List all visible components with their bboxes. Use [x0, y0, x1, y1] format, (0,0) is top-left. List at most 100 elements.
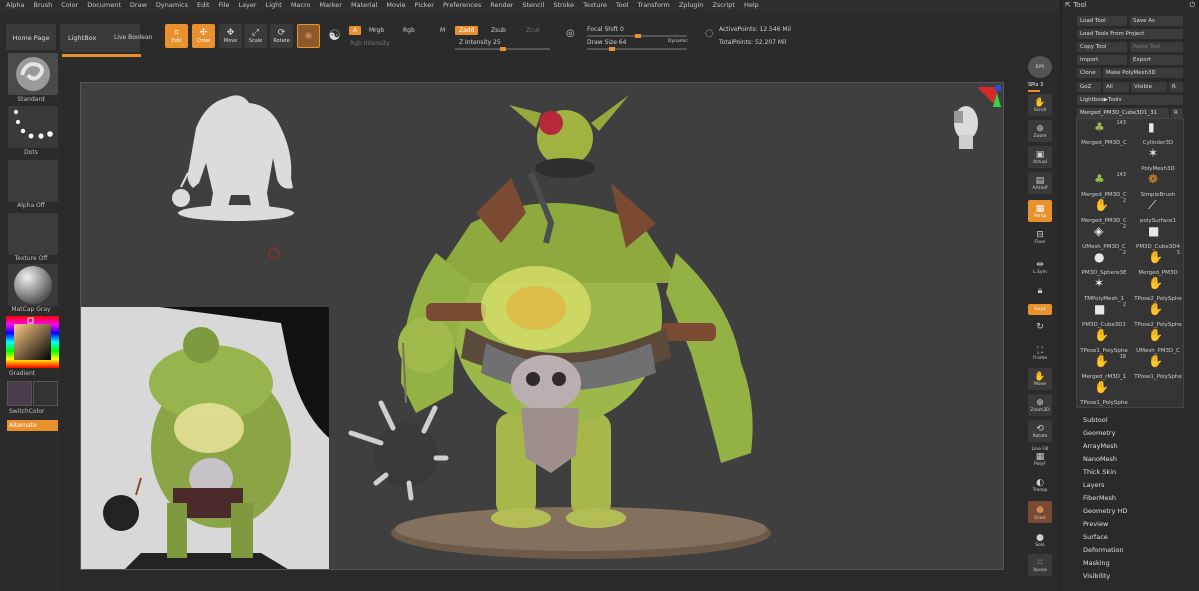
local-symmetry-button[interactable]: ⇹ L.Sym [1028, 256, 1052, 278]
subpalette-thick-skin[interactable]: Thick Skin [1083, 468, 1116, 476]
menu-item-movie[interactable]: Movie [386, 1, 405, 9]
tool-thumbnail[interactable]: ✋ TPose1_PolySphe [1132, 354, 1184, 380]
menu-item-file[interactable]: File [219, 1, 230, 9]
tool-thumbnail[interactable]: ✶ TMPolyMesh_1 [1078, 276, 1130, 302]
texture-button[interactable] [8, 213, 58, 255]
tool-thumbnail[interactable]: ▮ Cylinder3D [1132, 120, 1184, 146]
subpalette-arraymesh[interactable]: ArrayMesh [1083, 442, 1118, 450]
menu-item-alpha[interactable]: Alpha [6, 1, 24, 9]
tool-thumbnail[interactable]: ✋ TPose2_PolySphe [1132, 302, 1184, 328]
load-tool-button[interactable]: Load Tool [1077, 16, 1127, 26]
menu-item-material[interactable]: Material [351, 1, 377, 9]
menu-item-tool[interactable]: Tool [616, 1, 629, 9]
draw-button[interactable]: ✣ Draw [192, 24, 215, 48]
subpalette-subtool[interactable]: Subtool [1083, 416, 1108, 424]
menu-item-dynamics[interactable]: Dynamics [156, 1, 188, 9]
zsub-button[interactable]: Zsub [491, 27, 506, 34]
goz-button[interactable]: GoZ [1077, 82, 1101, 92]
secondary-color-swatch[interactable] [33, 381, 58, 406]
subpalette-geometry[interactable]: Geometry [1083, 429, 1115, 437]
menu-item-preferences[interactable]: Preferences [443, 1, 481, 9]
transp-button[interactable]: ◐ Transp [1028, 474, 1052, 496]
tool-thumbnail[interactable]: ■ 2 PM3D_Cube3D1 [1078, 302, 1130, 328]
move-button[interactable]: ✥ Move [219, 24, 242, 48]
lock-button[interactable]: 🔒︎ [1028, 280, 1052, 302]
dots-stroke-button[interactable] [8, 106, 58, 148]
rotate3d-button[interactable]: ⟲ Rotate [1028, 420, 1052, 442]
make-polymesh-button[interactable]: Make PolyMesh3D [1103, 68, 1183, 78]
z-intensity-track[interactable] [455, 47, 550, 51]
subpalette-nanomesh[interactable]: NanoMesh [1083, 455, 1117, 463]
color-mode-button[interactable]: ☯ [323, 24, 346, 48]
material-swatch[interactable]: ◉ [297, 24, 320, 48]
tool-thumbnail[interactable]: ⟋ polySurface1 [1132, 198, 1184, 224]
tool-thumbnail[interactable]: ✋ 2 Merged_PM3D_C [1078, 198, 1130, 224]
rotate-button[interactable]: ⟳ Rotate [270, 24, 293, 48]
document-canvas[interactable] [80, 82, 1004, 570]
menu-item-zplugin[interactable]: Zplugin [679, 1, 704, 9]
z-intensity-slider[interactable]: Z Intensity 25 [459, 39, 501, 46]
m-button[interactable]: M [440, 27, 445, 34]
power-icon[interactable]: ⏻ [1189, 1, 1195, 10]
standard-brush-button[interactable] [8, 53, 58, 95]
edit-button[interactable]: ⌗ Edit [165, 24, 188, 48]
menu-item-light[interactable]: Light [266, 1, 282, 9]
xpose-button[interactable]: ⁙ Xpose [1028, 554, 1052, 576]
menu-item-macro[interactable]: Macro [291, 1, 311, 9]
focal-shift-track[interactable] [587, 34, 687, 38]
home-page-button[interactable]: Home Page [6, 24, 56, 52]
paste-tool-button[interactable]: Paste Tool [1130, 42, 1183, 52]
frame-button[interactable]: ⛶ Frame [1028, 342, 1052, 364]
floor-button[interactable]: ⊟ Floor [1028, 226, 1052, 248]
dynamic-button[interactable]: Dynamic [668, 39, 688, 44]
subpalette-deformation[interactable]: Deformation [1083, 546, 1124, 554]
copy-tool-button[interactable]: Copy Tool [1077, 42, 1127, 52]
alpha-button[interactable] [8, 160, 58, 202]
menu-item-marker[interactable]: Marker [319, 1, 341, 9]
persp-button[interactable]: ▦ Persp [1028, 200, 1052, 222]
subpalette-masking[interactable]: Masking [1083, 559, 1110, 567]
menu-item-document[interactable]: Document [87, 1, 121, 9]
menu-item-picker[interactable]: Picker [415, 1, 434, 9]
rgb-button[interactable]: Rgb [403, 27, 415, 34]
mrgb-button[interactable]: Mrgb [369, 27, 384, 34]
tool-thumbnail[interactable]: ♣ 143 Merged_PM3D_C [1078, 172, 1130, 198]
subpalette-fibermesh[interactable]: FiberMesh [1083, 494, 1116, 502]
tool-thumbnail[interactable]: ■ PM3D_Cube3D4 [1132, 224, 1184, 250]
menu-item-draw[interactable]: Draw [130, 1, 147, 9]
main-color-swatch[interactable] [7, 381, 32, 406]
clone-button[interactable]: Clone [1077, 68, 1101, 78]
goz-all-button[interactable]: All [1103, 82, 1129, 92]
switch-color-button[interactable]: SwitchColor [0, 408, 62, 415]
zoom-button[interactable]: ⊕ Zoom [1028, 120, 1052, 142]
tool-thumbnail[interactable]: ✋ TPose1_PolySphe [1078, 328, 1130, 354]
aahalf-button[interactable]: ▤ AAHalf [1028, 172, 1052, 194]
lightbox-tools-button[interactable]: Lightbox▶Tools [1077, 95, 1183, 105]
tool-thumbnail[interactable] [1132, 380, 1184, 406]
subpalette-visibility[interactable]: Visibility [1083, 572, 1110, 580]
ghost-button[interactable]: ● Ghost [1028, 501, 1052, 523]
tool-thumbnail[interactable]: ✶ PolyMesh3D [1132, 146, 1184, 172]
tool-thumbnail[interactable]: ♣ 143 Merged_PM3D_C [1078, 120, 1130, 146]
spix-slider[interactable]: SPix 3 [1028, 82, 1043, 88]
draw-size-track[interactable] [587, 47, 687, 51]
zcut-button[interactable]: Zcut [526, 27, 540, 34]
import-button[interactable]: Import [1077, 55, 1127, 65]
move3d-button[interactable]: ✋ Move [1028, 368, 1052, 390]
polyframe-button[interactable]: Line Fill ▦ PolyF [1028, 446, 1052, 468]
a-toggle[interactable]: A [349, 26, 362, 35]
menu-item-zscript[interactable]: Zscript [712, 1, 735, 9]
r-button[interactable]: R [1169, 82, 1183, 92]
tool-thumbnail[interactable]: ✋ UMesh_PM3D_C [1132, 328, 1184, 354]
menu-item-texture[interactable]: Texture [583, 1, 607, 9]
menu-item-stencil[interactable]: Stencil [522, 1, 544, 9]
scale-button[interactable]: ⤢ Scale [244, 24, 267, 48]
load-from-project-button[interactable]: Load Tools From Project [1077, 29, 1183, 39]
tool-thumbnail[interactable]: ✋ 5 Merged_PM3D [1132, 250, 1184, 276]
r2-button[interactable]: R [1171, 108, 1183, 118]
visible-button[interactable]: Visible [1131, 82, 1167, 92]
tool-thumbnail[interactable]: ❁ SimpleBrush [1132, 172, 1184, 198]
current-tool-slider[interactable]: Merged_PM3D_Cube3D1_31 [1077, 108, 1169, 118]
tool-thumbnail[interactable]: ✋ 18 Merged_rM3D_1 [1078, 354, 1130, 380]
rotate-axis-button[interactable]: ↻ [1028, 318, 1052, 336]
